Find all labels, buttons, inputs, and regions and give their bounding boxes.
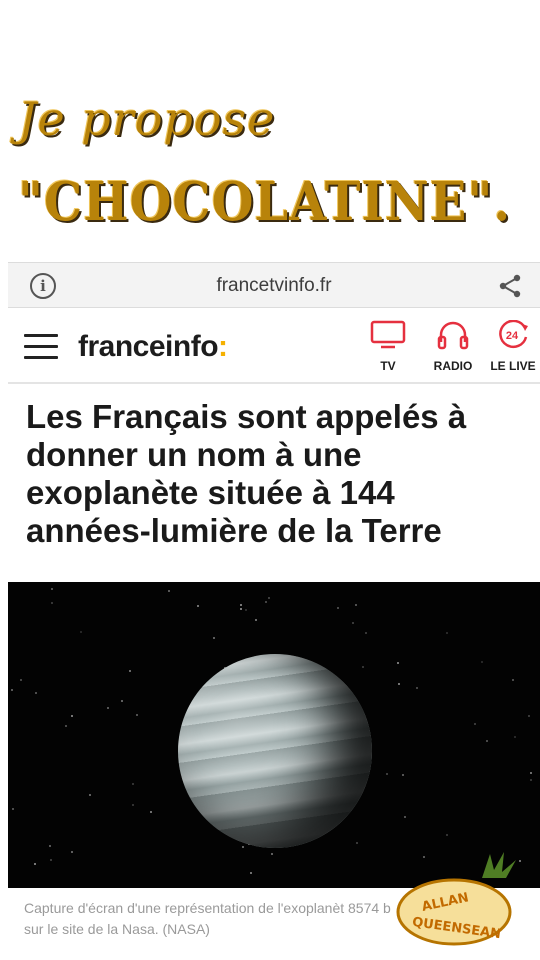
star <box>51 588 53 590</box>
tv-icon <box>370 320 406 349</box>
image-caption: Capture d'écran d'une représentation de … <box>24 900 391 937</box>
nav-tv[interactable]: TV <box>366 320 410 373</box>
star <box>365 632 367 634</box>
nav-tv-label: TV <box>380 359 396 373</box>
browser-url-bar: i francetvinfo.fr <box>8 262 540 308</box>
star <box>49 845 51 847</box>
star <box>514 736 516 738</box>
star <box>240 604 242 606</box>
meme-caption-line-1: Je propose <box>18 92 276 146</box>
star <box>512 679 514 681</box>
star <box>446 834 448 836</box>
star <box>352 622 354 624</box>
star <box>89 794 91 796</box>
star <box>474 723 476 725</box>
star <box>245 609 247 611</box>
article-image <box>8 582 540 888</box>
star <box>528 715 530 717</box>
star <box>129 670 131 672</box>
star <box>397 662 399 664</box>
meme-caption-line-2: "CHOCOLATINE". <box>18 170 512 234</box>
star <box>481 661 483 663</box>
star <box>416 687 418 689</box>
logo-colon: : <box>218 330 228 363</box>
article-headline: Les Français sont appelés à donner un no… <box>26 398 467 549</box>
star <box>80 631 82 633</box>
pineapple-leaves-icon <box>482 852 516 878</box>
franceinfo-logo[interactable]: franceinfo: <box>78 330 228 364</box>
star <box>446 632 448 634</box>
star <box>355 604 357 606</box>
star <box>132 783 134 785</box>
star <box>107 707 109 709</box>
exoplanet-image <box>178 654 372 848</box>
star <box>255 619 257 621</box>
hamburger-menu-icon[interactable] <box>24 334 58 360</box>
live-badge-text: 24 <box>506 330 519 342</box>
star <box>242 846 244 848</box>
star <box>150 811 152 813</box>
star <box>20 679 22 681</box>
nav-live[interactable]: 24 LE LIVE <box>486 319 540 373</box>
star <box>65 725 67 727</box>
star <box>240 608 242 610</box>
nav-radio-label: RADIO <box>433 359 473 373</box>
allan-queensean-watermark: ALLAN QUEENSEAN <box>396 852 516 946</box>
headphones-icon <box>437 321 469 350</box>
star <box>121 700 123 702</box>
star <box>71 851 73 853</box>
star <box>11 689 13 691</box>
star <box>250 872 252 874</box>
star <box>132 804 134 806</box>
star <box>12 808 14 810</box>
star <box>402 774 404 776</box>
star <box>51 602 53 604</box>
star <box>386 773 388 775</box>
meme-caption: Je propose "CHOCOLATINE". <box>18 92 518 242</box>
star <box>530 772 532 774</box>
live-24-icon: 24 <box>499 319 528 349</box>
star <box>337 607 339 609</box>
url-text[interactable]: francetvinfo.fr <box>8 275 540 297</box>
star <box>362 666 364 668</box>
star <box>35 692 37 694</box>
nav-radio[interactable]: RADIO <box>426 320 480 373</box>
star <box>71 715 73 717</box>
site-header: franceinfo: TV RADIO 24 LE LIVE <box>8 312 540 384</box>
star <box>398 683 400 685</box>
star <box>356 842 358 844</box>
star <box>486 740 488 742</box>
star <box>34 863 36 865</box>
nav-live-label: LE LIVE <box>490 359 536 373</box>
star <box>197 605 199 607</box>
star <box>404 816 406 818</box>
logo-text: franceinfo <box>78 330 219 363</box>
star <box>268 597 270 599</box>
star <box>271 853 273 855</box>
star <box>213 637 215 639</box>
share-icon[interactable] <box>498 273 522 299</box>
star <box>168 590 170 592</box>
star <box>50 859 52 861</box>
star <box>530 779 532 781</box>
star <box>265 601 267 603</box>
star <box>136 714 138 716</box>
